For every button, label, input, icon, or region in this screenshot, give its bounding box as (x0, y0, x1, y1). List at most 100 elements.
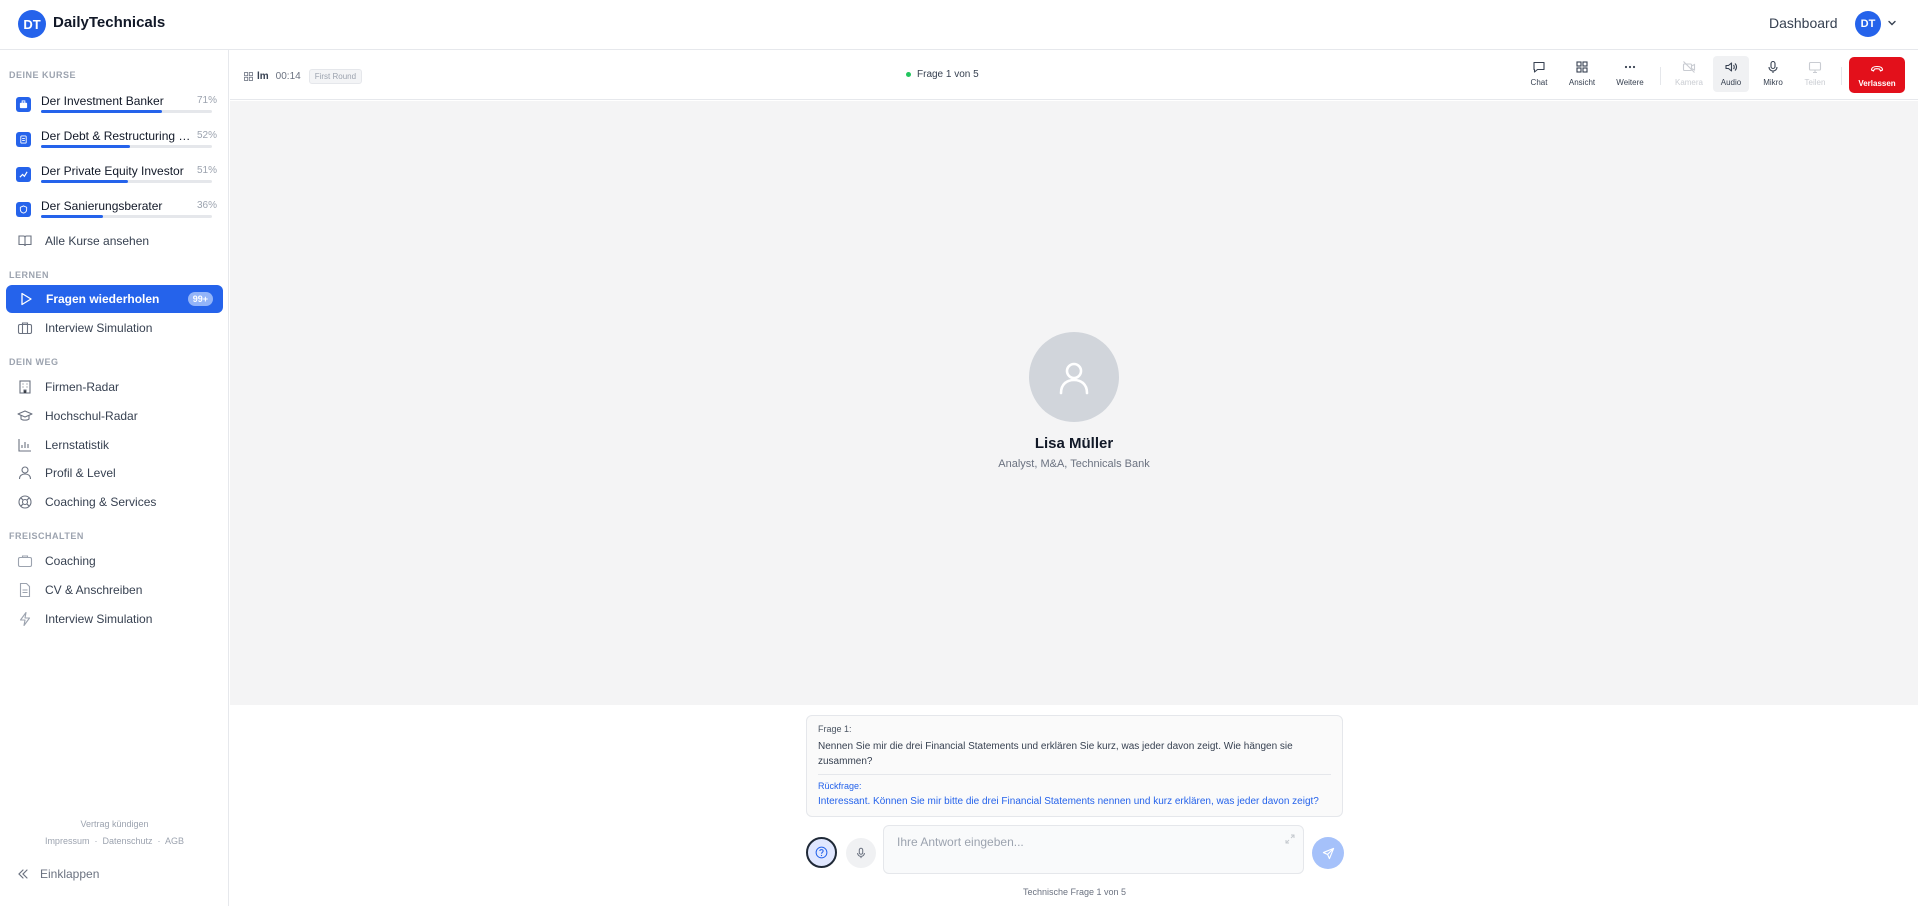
course-progress-track (41, 110, 212, 113)
live-dot (906, 72, 911, 77)
share-button[interactable]: Teilen (1797, 56, 1833, 92)
section-title-courses: DEINE KURSE (9, 70, 77, 80)
lifebuoy-icon (18, 495, 32, 509)
expand-icon[interactable] (1285, 834, 1295, 844)
participant-avatar (1029, 332, 1119, 422)
sidebar-item-coaching[interactable]: Coaching (12, 548, 222, 574)
course-percent: 52% (196, 130, 217, 141)
briefcase-icon (16, 97, 31, 112)
course-name: Der Private Equity Investor (41, 164, 184, 178)
sidebar-item-review-questions[interactable]: Fragen wiederholen 99+ (6, 285, 223, 313)
grid-icon (244, 72, 253, 81)
monitor-icon (1808, 61, 1822, 74)
book-icon (18, 235, 32, 247)
course-progress-fill (41, 145, 130, 148)
lightning-icon (19, 611, 31, 627)
sidebar-item-all-courses[interactable]: Alle Kurse ansehen (12, 228, 222, 254)
audio-label: Audio (1720, 78, 1742, 87)
send-icon (1322, 847, 1334, 859)
top-header: DT DailyTechnicals Dashboard DT (0, 0, 1918, 50)
call-timer: 00:14 (275, 71, 301, 82)
more-button[interactable]: Weitere (1612, 56, 1648, 92)
dashboard-link[interactable]: Dashboard (1769, 15, 1838, 31)
more-horizontal-icon (1624, 65, 1636, 69)
sidebar-item-label: Interview Simulation (45, 321, 153, 335)
course-item[interactable]: Der Debt & Restructuring Experte 52% (12, 126, 217, 156)
sidebar-item-label: Hochschul-Radar (45, 409, 138, 423)
sidebar-item-lernstatistik[interactable]: Lernstatistik (12, 432, 222, 458)
sidebar-item-label: Alle Kurse ansehen (45, 234, 150, 248)
followup-text: Interessant. Können Sie mir bitte die dr… (818, 796, 1319, 807)
course-item[interactable]: Der Sanierungsberater 36% (12, 196, 217, 226)
course-item[interactable]: Der Investment Banker 71% (12, 91, 217, 121)
question-label: Frage 1: (818, 724, 852, 734)
sidebar-item-coaching-services[interactable]: Coaching & Services (12, 489, 222, 515)
share-label: Teilen (1804, 78, 1826, 87)
user-icon (18, 466, 32, 480)
view-button[interactable]: Ansicht (1564, 56, 1600, 92)
microphone-icon (1768, 60, 1778, 73)
question-text: Nennen Sie mir die drei Financial Statem… (818, 741, 1293, 767)
course-progress-track (41, 145, 212, 148)
collapse-sidebar-button[interactable]: Einklappen (16, 867, 99, 881)
sidebar-item-firmen-radar[interactable]: Firmen-Radar (12, 374, 222, 400)
answer-input[interactable] (884, 826, 1303, 873)
section-title-learn: LERNEN (9, 270, 50, 280)
followup-label: Rückfrage: (818, 781, 862, 791)
send-button[interactable] (1312, 837, 1344, 869)
course-item[interactable]: Der Private Equity Investor 51% (12, 161, 217, 191)
sidebar-item-interview-simulation[interactable]: Interview Simulation (12, 315, 222, 341)
camera-off-icon (1682, 61, 1696, 73)
sidebar-item-label: Coaching (45, 554, 96, 568)
datenschutz-link[interactable]: Datenschutz (102, 836, 152, 846)
brand-name[interactable]: DailyTechnicals (53, 14, 165, 31)
course-name: Der Debt & Restructuring Experte (41, 129, 191, 143)
course-progress-fill (41, 180, 129, 183)
leave-call-button[interactable]: Verlassen (1849, 57, 1905, 93)
mic-label: Mikro (1763, 78, 1783, 87)
user-icon (1059, 362, 1089, 395)
document-icon (16, 132, 31, 147)
sidebar-item-label: Lernstatistik (45, 438, 110, 452)
course-percent: 71% (196, 95, 217, 106)
sidebar-item-label: Coaching & Services (45, 495, 157, 509)
audio-button[interactable]: Audio (1713, 56, 1749, 92)
sidebar-item-label: Fragen wiederholen (46, 292, 160, 306)
sidebar-item-hochschul-radar[interactable]: Hochschul-Radar (12, 403, 222, 429)
separator: · (155, 836, 166, 846)
question-panel: Frage 1: Nennen Sie mir die drei Financi… (806, 715, 1343, 817)
toolbar-divider (1841, 67, 1842, 85)
interviewer-short: lm (257, 71, 269, 82)
round-badge: First Round (308, 69, 363, 84)
impressum-link[interactable]: Impressum (45, 836, 90, 846)
leave-label: Verlassen (1858, 79, 1896, 88)
help-button[interactable] (806, 837, 837, 868)
divider (818, 774, 1331, 775)
document-icon (19, 582, 31, 598)
sidebar-item-interview-simulation-unlock[interactable]: Interview Simulation (12, 606, 222, 632)
mic-button[interactable]: Mikro (1755, 56, 1791, 92)
separator: · (91, 836, 103, 846)
camera-button[interactable]: Kamera (1671, 56, 1707, 92)
agb-link[interactable]: AGB (165, 836, 184, 846)
chevrons-left-icon (18, 869, 28, 879)
cancel-contract-link[interactable]: Vertrag kündigen (0, 819, 229, 829)
logo[interactable]: DT (18, 10, 46, 38)
course-progress-track (41, 180, 212, 183)
user-avatar[interactable]: DT (1855, 11, 1881, 37)
more-label: Weitere (1616, 78, 1644, 87)
voice-input-button[interactable] (846, 838, 876, 868)
count-badge: 99+ (187, 292, 213, 306)
sidebar-item-cv-anschreiben[interactable]: CV & Anschreiben (12, 577, 222, 603)
toolbar-divider (1660, 67, 1661, 85)
collapse-label: Einklappen (40, 867, 100, 881)
sidebar-item-label: CV & Anschreiben (45, 583, 143, 597)
course-progress-track (41, 215, 212, 218)
briefcase-icon (17, 555, 33, 568)
sidebar-item-label: Interview Simulation (45, 612, 153, 626)
technical-question-counter: Technische Frage 1 von 5 (1022, 887, 1127, 897)
sidebar-item-profil-level[interactable]: Profil & Level (12, 460, 222, 486)
chat-button[interactable]: Chat (1521, 56, 1557, 92)
bar-chart-icon (18, 439, 31, 452)
chevron-down-icon[interactable] (1887, 18, 1897, 28)
